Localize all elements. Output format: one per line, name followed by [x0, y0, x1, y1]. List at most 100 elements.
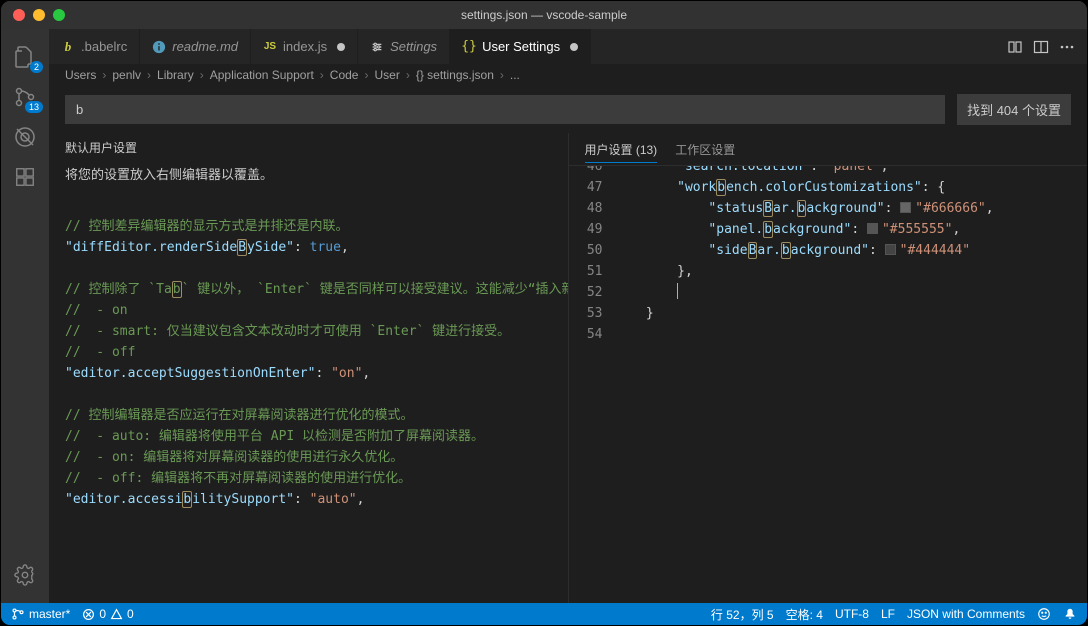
tab-index-js[interactable]: JS index.js	[251, 29, 358, 64]
code-line: "sideBar.background": "#444444"	[615, 240, 1088, 261]
color-swatch-icon	[867, 223, 878, 234]
scope-tab[interactable]: 工作区设置	[675, 137, 735, 163]
code-line: // - off: 编辑器将不再对屏幕阅读器的使用进行优化。	[65, 468, 525, 489]
code-line: // - auto: 编辑器将使用平台 API 以检测是否附加了屏幕阅读器。	[65, 426, 525, 447]
line-gutter: 464748495051525354	[569, 166, 615, 603]
tab-label: index.js	[283, 39, 327, 54]
chevron-right-icon: ›	[102, 68, 106, 82]
scm-icon[interactable]: 13	[1, 77, 49, 117]
split-editor-icon[interactable]	[1033, 39, 1049, 55]
settings-search-count: 找到 404 个设置	[957, 94, 1071, 125]
code-line: // - on	[65, 300, 525, 321]
line-number: 46	[569, 166, 603, 177]
app-window: settings.json — vscode-sample 2 13	[0, 0, 1088, 626]
window-title: settings.json — vscode-sample	[1, 8, 1087, 22]
extensions-icon[interactable]	[1, 157, 49, 197]
problems-item[interactable]: 0 0	[82, 607, 133, 621]
settings-gear-icon[interactable]	[1, 555, 49, 595]
babel-icon: b	[61, 40, 75, 54]
chevron-right-icon: ›	[200, 68, 204, 82]
explorer-icon[interactable]: 2	[1, 37, 49, 77]
line-number: 54	[569, 324, 603, 345]
chevron-right-icon: ›	[147, 68, 151, 82]
code-line	[615, 282, 1088, 303]
settings-search-input[interactable]	[65, 95, 945, 124]
code-line: // 控制除了 `Tab` 键以外， `Enter` 键是否同样可以接受建议。这…	[65, 279, 525, 300]
js-icon: JS	[263, 40, 277, 54]
code-line	[65, 195, 568, 216]
close-window-button[interactable]	[13, 9, 25, 21]
activity-bar: 2 13	[1, 29, 49, 603]
settings-search-row: 找到 404 个设置	[49, 86, 1087, 133]
tab-readme-md[interactable]: readme.md	[140, 29, 251, 64]
code-line: "statusBar.background": "#666666",	[615, 198, 1088, 219]
code-line: "panel.background": "#555555",	[615, 219, 1088, 240]
breadcrumb-segment[interactable]: {} settings.json	[416, 68, 494, 82]
breadcrumb-segment[interactable]: Library	[157, 68, 194, 82]
indent-item[interactable]: 空格: 4	[786, 606, 823, 623]
code-line: // 控制编辑器是否应运行在对屏幕阅读器进行优化的模式。	[65, 405, 525, 426]
open-changes-icon[interactable]	[1007, 39, 1023, 55]
code-line: "workbench.colorCustomizations": {	[615, 177, 1088, 198]
color-swatch-icon	[885, 244, 896, 255]
text-cursor-icon	[677, 283, 678, 299]
git-branch-item[interactable]: master*	[11, 607, 70, 621]
code-line: },	[615, 261, 1088, 282]
modified-dot-icon	[337, 43, 345, 51]
feedback-icon[interactable]	[1037, 607, 1051, 621]
line-number: 47	[569, 177, 603, 198]
breadcrumb[interactable]: Users › penlv › Library › Application Support ›…	[49, 64, 1087, 86]
scope-tab[interactable]: 用户设置 (13)	[585, 137, 658, 163]
breadcrumb-segment[interactable]: User	[374, 68, 399, 82]
breadcrumb-segment[interactable]: penlv	[112, 68, 141, 82]
line-col-item[interactable]: 行 52，列 5	[711, 606, 774, 623]
minimize-window-button[interactable]	[33, 9, 45, 21]
tabs-row: b .babelrc readme.md JS index.js Settings {} Us…	[49, 29, 1087, 64]
git-branch-label: master*	[29, 607, 70, 621]
tab-label: User Settings	[482, 39, 560, 54]
eol-item[interactable]: LF	[881, 607, 895, 621]
breadcrumb-segment[interactable]: ...	[510, 68, 520, 82]
code-line: // - smart: 仅当建议包含文本改动时才可使用 `Enter` 键进行接…	[65, 321, 525, 342]
modified-dot-icon	[570, 43, 578, 51]
code-line: "editor.acceptSuggestionOnEnter": "on",	[65, 363, 568, 384]
scm-badge: 13	[25, 101, 43, 113]
info-icon	[152, 40, 166, 54]
maximize-window-button[interactable]	[53, 9, 65, 21]
settings-scope-tabs: 用户设置 (13) 工作区设置	[569, 133, 1088, 166]
language-mode-item[interactable]: JSON with Comments	[907, 607, 1025, 621]
default-settings-hint: 将您的设置放入右侧编辑器以覆盖。	[49, 162, 568, 195]
more-actions-icon[interactable]	[1059, 39, 1075, 55]
bell-icon[interactable]	[1063, 607, 1077, 621]
code-line: // - on: 编辑器将对屏幕阅读器的使用进行永久优化。	[65, 447, 525, 468]
line-number: 51	[569, 261, 603, 282]
tab-user-settings[interactable]: {} User Settings	[450, 29, 591, 64]
json-icon: {}	[462, 40, 476, 54]
breadcrumb-segment[interactable]: Users	[65, 68, 96, 82]
chevron-right-icon: ›	[320, 68, 324, 82]
user-settings-editor[interactable]: 464748495051525354 "search.location": "p…	[569, 166, 1088, 603]
tab-label: Settings	[390, 39, 437, 54]
code-line: }	[615, 303, 1088, 324]
code-line: // - off	[65, 342, 525, 363]
code-line: "search.location": "panel",	[615, 166, 1088, 177]
tabs-actions	[1007, 29, 1087, 64]
line-number: 52	[569, 282, 603, 303]
titlebar: settings.json — vscode-sample	[1, 1, 1087, 29]
tab--babelrc[interactable]: b .babelrc	[49, 29, 140, 64]
warning-count: 0	[127, 607, 134, 621]
debug-icon[interactable]	[1, 117, 49, 157]
tab-label: .babelrc	[81, 39, 127, 54]
encoding-item[interactable]: UTF-8	[835, 607, 869, 621]
editor-area: b .babelrc readme.md JS index.js Settings {} Us…	[49, 29, 1087, 603]
status-bar: master* 0 0 行 52，列 5 空格: 4 UTF-8 LF JSON…	[1, 603, 1087, 625]
code-line: // 控制差异编辑器的显示方式是并排还是内联。	[65, 216, 525, 237]
color-swatch-icon	[900, 202, 911, 213]
explorer-badge: 2	[30, 61, 43, 73]
code-line: "editor.accessibilitySupport": "auto",	[65, 489, 568, 510]
tab-settings[interactable]: Settings	[358, 29, 450, 64]
breadcrumb-segment[interactable]: Code	[330, 68, 359, 82]
traffic-lights	[1, 9, 65, 21]
breadcrumb-segment[interactable]: Application Support	[210, 68, 314, 82]
default-settings-editor[interactable]: // 控制差异编辑器的显示方式是并排还是内联。"diffEditor.rende…	[49, 195, 568, 603]
